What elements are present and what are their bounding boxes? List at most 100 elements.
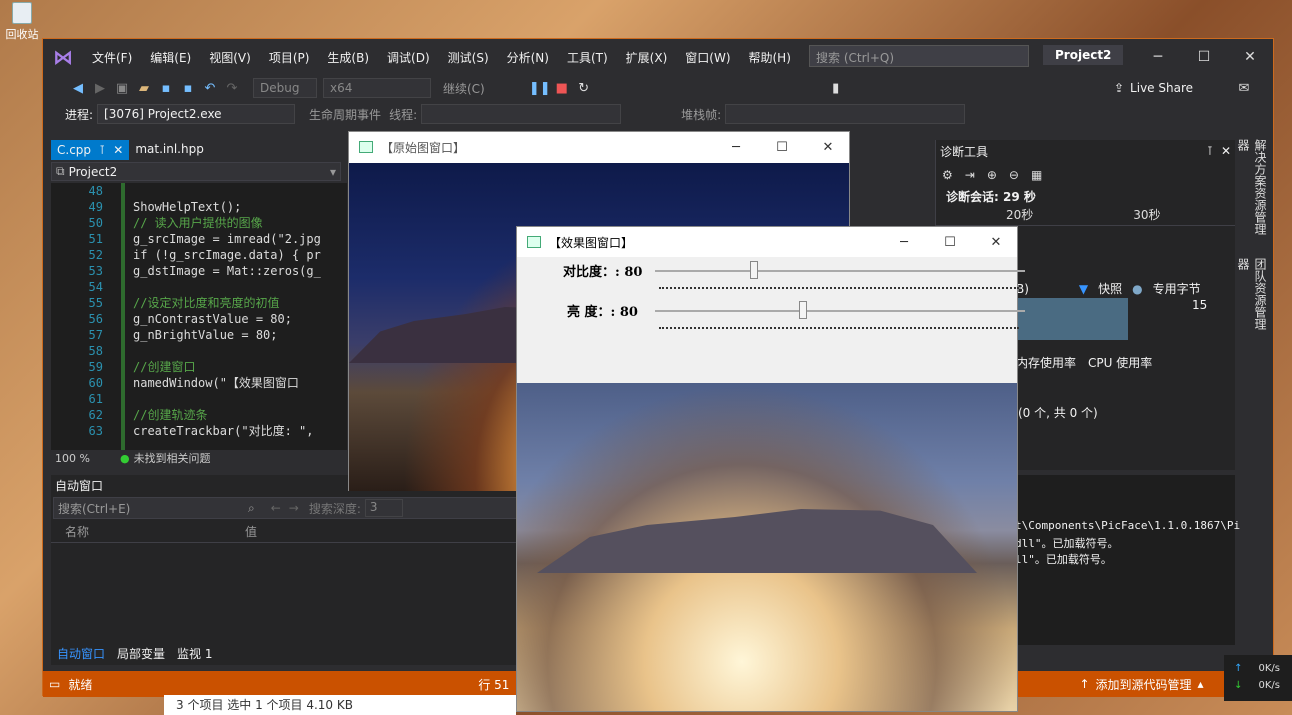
- search-depth-dropdown[interactable]: 3: [364, 499, 403, 517]
- autos-search-input[interactable]: 搜索(Ctrl+E) ⌕ ← → 搜索深度: 3: [53, 497, 523, 519]
- code-line[interactable]: createTrackbar("对比度: ",: [133, 423, 321, 439]
- search-input[interactable]: 搜索 (Ctrl+Q): [809, 45, 1029, 67]
- save-all-icon[interactable]: ▪: [177, 78, 199, 98]
- minimize-button[interactable]: ─: [713, 132, 759, 162]
- zoom-out-icon[interactable]: ⊖: [1009, 168, 1019, 182]
- arrow-left-icon[interactable]: ←: [271, 501, 281, 515]
- arrow-right-icon[interactable]: →: [289, 501, 299, 515]
- menu-item[interactable]: 帮助(H): [740, 49, 800, 66]
- code-line[interactable]: g_srcImage = imread("2.jpg: [133, 231, 321, 247]
- brightness-trackbar[interactable]: 亮 度：: 80: [517, 297, 1025, 329]
- brightness-thumb[interactable]: [799, 301, 807, 319]
- export-icon[interactable]: ⇥: [965, 168, 975, 182]
- line-number: 61: [88, 392, 103, 406]
- menu-item[interactable]: 项目(P): [260, 49, 319, 66]
- code-line[interactable]: // 读入用户提供的图像: [133, 215, 321, 231]
- pin-icon[interactable]: ⊺: [99, 143, 105, 157]
- stackframe-dropdown[interactable]: [725, 104, 966, 124]
- tab-autos[interactable]: 自动窗口: [51, 645, 111, 662]
- column-name[interactable]: 名称: [51, 523, 245, 540]
- close-button[interactable]: ✕: [805, 132, 851, 162]
- code-line[interactable]: //创建窗口: [133, 359, 321, 375]
- menu-item[interactable]: 调试(D): [378, 49, 439, 66]
- feedback-icon[interactable]: ✉: [1233, 78, 1255, 98]
- recycle-bin[interactable]: 回收站: [0, 0, 44, 46]
- contrast-thumb[interactable]: [749, 261, 758, 279]
- save-icon[interactable]: ▪: [155, 78, 177, 98]
- code-line[interactable]: [133, 279, 321, 295]
- project-nav-dropdown[interactable]: ⧉ Project2 ▾: [51, 162, 341, 181]
- tab-solution-explorer[interactable]: 解决方案资源管理器: [1235, 139, 1269, 244]
- close-panel-icon[interactable]: ✕: [1221, 144, 1231, 158]
- back-icon[interactable]: ◀: [67, 78, 89, 98]
- chevron-up-icon[interactable]: ▴: [1198, 677, 1204, 691]
- live-share-button[interactable]: ⇪ Live Share: [1114, 81, 1193, 95]
- code-line[interactable]: namedWindow("【效果图窗口: [133, 375, 321, 391]
- tab-cpu-usage[interactable]: CPU 使用率: [1088, 354, 1152, 371]
- platform-dropdown[interactable]: x64: [323, 78, 431, 98]
- lifecycle-events-button[interactable]: 生命周期事件: [309, 106, 381, 123]
- code-line[interactable]: if (!g_srcImage.data) { pr: [133, 247, 321, 263]
- settings-icon[interactable]: ⚙: [942, 168, 953, 182]
- brightness-track[interactable]: [655, 310, 1025, 312]
- minimize-button[interactable]: ─: [1135, 39, 1181, 75]
- thread-dropdown[interactable]: [421, 104, 622, 124]
- contrast-trackbar[interactable]: 对比度：: 80: [517, 257, 1025, 289]
- tab-watch-1[interactable]: 监视 1: [171, 645, 218, 662]
- forward-icon[interactable]: ▶: [89, 78, 111, 98]
- code-line[interactable]: //创建轨迹条: [133, 407, 321, 423]
- code-line[interactable]: //设定对比度和亮度的初值: [133, 295, 321, 311]
- output-window-icon[interactable]: ▭: [49, 677, 60, 691]
- redo-icon[interactable]: ↷: [221, 78, 243, 98]
- undo-icon[interactable]: ↶: [199, 78, 221, 98]
- maximize-button[interactable]: ☐: [759, 132, 805, 162]
- new-project-icon[interactable]: ▣: [111, 78, 133, 98]
- tab-c-cpp[interactable]: C.cpp ⊺ ✕: [51, 140, 130, 160]
- recycle-bin-label: 回收站: [5, 28, 39, 41]
- stop-icon[interactable]: ■: [551, 78, 573, 98]
- pin-icon[interactable]: ⊺: [1207, 144, 1213, 158]
- close-button[interactable]: ✕: [1227, 39, 1273, 75]
- reset-view-icon[interactable]: ▦: [1031, 168, 1042, 182]
- open-folder-icon[interactable]: ▰: [133, 78, 155, 98]
- close-tab-icon[interactable]: ✕: [113, 143, 123, 157]
- menu-item[interactable]: 文件(F): [83, 49, 141, 66]
- tab-mat-inl-hpp[interactable]: mat.inl.hpp: [129, 140, 210, 160]
- code-editor[interactable]: 48 49 50 51 52 53 54 55 56 57 58 59 60 61 62 63 ShowHel…: [51, 183, 347, 450]
- code-line[interactable]: ShowHelpText();: [133, 199, 321, 215]
- code-line[interactable]: [133, 343, 321, 359]
- maximize-button[interactable]: ☐: [927, 227, 973, 257]
- search-icon[interactable]: ⌕: [248, 501, 255, 516]
- zoom-in-icon[interactable]: ⊕: [987, 168, 997, 182]
- tab-team-explorer[interactable]: 团队资源管理器: [1235, 258, 1269, 339]
- menu-item[interactable]: 扩展(X): [617, 49, 677, 66]
- bookmark-icon[interactable]: ▮: [825, 78, 847, 98]
- close-button[interactable]: ✕: [973, 227, 1019, 257]
- configuration-dropdown[interactable]: Debug: [253, 78, 317, 98]
- tab-locals[interactable]: 局部变量: [111, 645, 171, 662]
- code-line[interactable]: [133, 183, 321, 199]
- menu-item[interactable]: 分析(N): [498, 49, 558, 66]
- code-line[interactable]: g_nContrastValue = 80;: [133, 311, 321, 327]
- code-line[interactable]: g_nBrightValue = 80;: [133, 327, 321, 343]
- menu-item[interactable]: 工具(T): [558, 49, 617, 66]
- menu-item[interactable]: 测试(S): [439, 49, 498, 66]
- issues-status[interactable]: 未找到相关问题: [134, 450, 211, 466]
- menu-item[interactable]: 视图(V): [200, 49, 260, 66]
- menu-item[interactable]: 生成(B): [318, 49, 378, 66]
- minimize-button[interactable]: ─: [881, 227, 927, 257]
- menu-item[interactable]: 编辑(E): [141, 49, 200, 66]
- maximize-button[interactable]: ☐: [1181, 39, 1227, 75]
- pause-icon[interactable]: ❚❚: [529, 78, 551, 98]
- zoom-level[interactable]: 100 %: [51, 452, 94, 465]
- menu-item[interactable]: 窗口(W): [676, 49, 739, 66]
- tab-memory-usage[interactable]: 内存使用率: [1016, 354, 1076, 371]
- process-dropdown[interactable]: [3076] Project2.exe: [97, 104, 296, 124]
- restart-icon[interactable]: ↻: [573, 78, 595, 98]
- code-line[interactable]: g_dstImage = Mat::zeros(g_: [133, 263, 321, 279]
- code-line[interactable]: [133, 391, 321, 407]
- continue-button[interactable]: 继续(C): [443, 80, 485, 97]
- column-value[interactable]: 值: [245, 523, 257, 540]
- add-to-source-control-button[interactable]: 添加到源代码管理: [1096, 676, 1192, 693]
- contrast-track[interactable]: [655, 270, 1025, 272]
